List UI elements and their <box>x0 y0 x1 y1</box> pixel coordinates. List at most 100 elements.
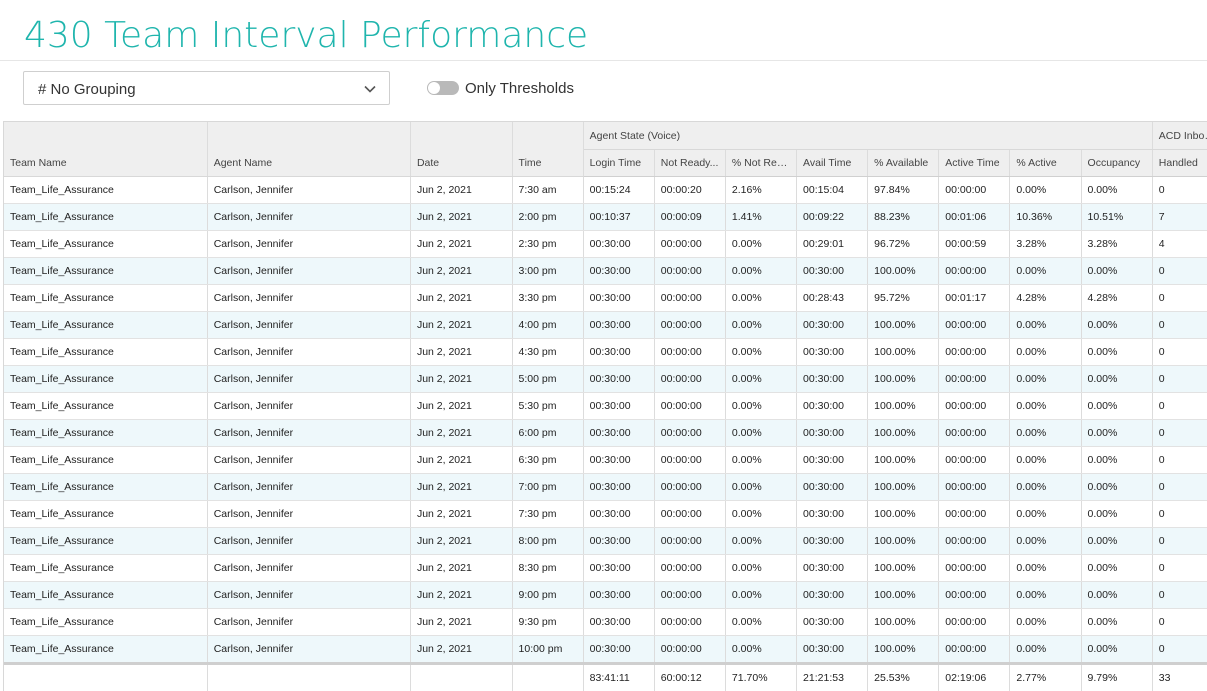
table-cell: 00:30:00 <box>797 501 868 528</box>
table-cell: Carlson, Jennifer <box>207 609 410 636</box>
table-row[interactable]: Team_Life_AssuranceCarlson, JenniferJun … <box>4 258 1207 285</box>
table-cell: 00:00:00 <box>654 501 725 528</box>
table-cell: 0 <box>1152 366 1207 393</box>
table-cell: 00:00:00 <box>939 177 1010 204</box>
table-row[interactable]: Team_Life_AssuranceCarlson, JenniferJun … <box>4 582 1207 609</box>
column-header-not-ready[interactable]: Not Ready... <box>654 150 725 177</box>
table-cell: 0.00% <box>725 339 796 366</box>
column-header-pct-available[interactable]: % Available <box>868 150 939 177</box>
table-cell: 00:00:09 <box>654 204 725 231</box>
table-cell: 5:30 pm <box>512 393 583 420</box>
totals-cell: 9.79% <box>1081 664 1152 691</box>
table-row[interactable]: Team_Life_AssuranceCarlson, JenniferJun … <box>4 447 1207 474</box>
table-row[interactable]: Team_Life_AssuranceCarlson, JenniferJun … <box>4 366 1207 393</box>
table-cell: 100.00% <box>868 555 939 582</box>
table-cell: 0 <box>1152 582 1207 609</box>
table-cell: 00:30:00 <box>797 420 868 447</box>
totals-cell: 71.70% <box>725 664 796 691</box>
table-cell: 100.00% <box>868 582 939 609</box>
table-row[interactable]: Team_Life_AssuranceCarlson, JenniferJun … <box>4 312 1207 339</box>
table-cell: Team_Life_Assurance <box>4 285 207 312</box>
table-cell: 3:00 pm <box>512 258 583 285</box>
totals-cell: 33 <box>1152 664 1207 691</box>
table-cell: Team_Life_Assurance <box>4 474 207 501</box>
column-header-handled[interactable]: Handled <box>1152 150 1207 177</box>
table-cell: Carlson, Jennifer <box>207 258 410 285</box>
table-cell: Jun 2, 2021 <box>410 609 512 636</box>
table-row[interactable]: Team_Life_AssuranceCarlson, JenniferJun … <box>4 501 1207 528</box>
table-cell: 0 <box>1152 177 1207 204</box>
column-header-pct-not-ready[interactable]: % Not Rea... <box>725 150 796 177</box>
totals-cell <box>410 664 512 691</box>
table-cell: 0.00% <box>1010 339 1081 366</box>
table-row[interactable]: Team_Life_AssuranceCarlson, JenniferJun … <box>4 177 1207 204</box>
table-cell: 4.28% <box>1010 285 1081 312</box>
table-cell: Team_Life_Assurance <box>4 609 207 636</box>
table-cell: 0.00% <box>1081 474 1152 501</box>
column-header-login-time[interactable]: Login Time <box>583 150 654 177</box>
column-header-team-name[interactable]: Team Name <box>4 122 207 177</box>
table-cell: 0.00% <box>1010 555 1081 582</box>
column-header-time[interactable]: Time <box>512 122 583 177</box>
table-cell: 0.00% <box>1081 555 1152 582</box>
table-cell: 0.00% <box>1081 258 1152 285</box>
table-row[interactable]: Team_Life_AssuranceCarlson, JenniferJun … <box>4 204 1207 231</box>
column-header-avail-time[interactable]: Avail Time <box>797 150 868 177</box>
table-cell: 0 <box>1152 420 1207 447</box>
table-row[interactable]: Team_Life_AssuranceCarlson, JenniferJun … <box>4 420 1207 447</box>
table-row[interactable]: Team_Life_AssuranceCarlson, JenniferJun … <box>4 555 1207 582</box>
table-cell: Jun 2, 2021 <box>410 447 512 474</box>
column-header-agent-name[interactable]: Agent Name <box>207 122 410 177</box>
table-cell: 00:15:24 <box>583 177 654 204</box>
table-cell: 00:30:00 <box>583 582 654 609</box>
table-cell: 0.00% <box>1010 420 1081 447</box>
table-row[interactable]: Team_Life_AssuranceCarlson, JenniferJun … <box>4 393 1207 420</box>
table-cell: 0.00% <box>1010 582 1081 609</box>
table-cell: 95.72% <box>868 285 939 312</box>
table-cell: 00:30:00 <box>797 636 868 664</box>
table-cell: 9:00 pm <box>512 582 583 609</box>
table-cell: 00:30:00 <box>583 609 654 636</box>
table-cell: Carlson, Jennifer <box>207 312 410 339</box>
totals-cell <box>512 664 583 691</box>
column-header-pct-active[interactable]: % Active <box>1010 150 1081 177</box>
table-cell: Carlson, Jennifer <box>207 231 410 258</box>
table-row[interactable]: Team_Life_AssuranceCarlson, JenniferJun … <box>4 285 1207 312</box>
table-cell: 00:00:00 <box>939 474 1010 501</box>
table-row[interactable]: Team_Life_AssuranceCarlson, JenniferJun … <box>4 609 1207 636</box>
table-cell: Jun 2, 2021 <box>410 177 512 204</box>
table-cell: 00:30:00 <box>797 393 868 420</box>
table-cell: 00:30:00 <box>583 312 654 339</box>
column-header-occupancy[interactable]: Occupancy <box>1081 150 1152 177</box>
table-cell: 00:30:00 <box>583 447 654 474</box>
table-cell: 00:00:00 <box>654 636 725 664</box>
table-cell: Team_Life_Assurance <box>4 555 207 582</box>
table-cell: 0 <box>1152 474 1207 501</box>
table-cell: 0.00% <box>1081 393 1152 420</box>
table-cell: 00:00:00 <box>939 609 1010 636</box>
table-cell: 0.00% <box>725 501 796 528</box>
table-row[interactable]: Team_Life_AssuranceCarlson, JenniferJun … <box>4 636 1207 664</box>
column-header-date[interactable]: Date <box>410 122 512 177</box>
grouping-select[interactable]: # No Grouping <box>23 71 390 105</box>
table-row[interactable]: Team_Life_AssuranceCarlson, JenniferJun … <box>4 474 1207 501</box>
table-cell: Team_Life_Assurance <box>4 447 207 474</box>
table-row[interactable]: Team_Life_AssuranceCarlson, JenniferJun … <box>4 339 1207 366</box>
table-cell: 0.00% <box>725 609 796 636</box>
table-cell: 00:30:00 <box>797 582 868 609</box>
table-cell: 0.00% <box>725 636 796 664</box>
table-row[interactable]: Team_Life_AssuranceCarlson, JenniferJun … <box>4 231 1207 258</box>
table-cell: 100.00% <box>868 636 939 664</box>
table-cell: 00:00:20 <box>654 177 725 204</box>
table-cell: 00:28:43 <box>797 285 868 312</box>
report-grid[interactable]: Team Name Agent Name Date Time Agent Sta… <box>3 121 1207 691</box>
toggle-knob <box>428 82 440 94</box>
table-cell: 0 <box>1152 447 1207 474</box>
table-cell: 00:30:00 <box>797 339 868 366</box>
column-header-active-time[interactable]: Active Time <box>939 150 1010 177</box>
only-thresholds-toggle[interactable] <box>427 81 459 95</box>
table-row[interactable]: Team_Life_AssuranceCarlson, JenniferJun … <box>4 528 1207 555</box>
table-cell: 00:00:00 <box>654 582 725 609</box>
table-cell: 0.00% <box>1010 636 1081 664</box>
table-cell: Team_Life_Assurance <box>4 339 207 366</box>
